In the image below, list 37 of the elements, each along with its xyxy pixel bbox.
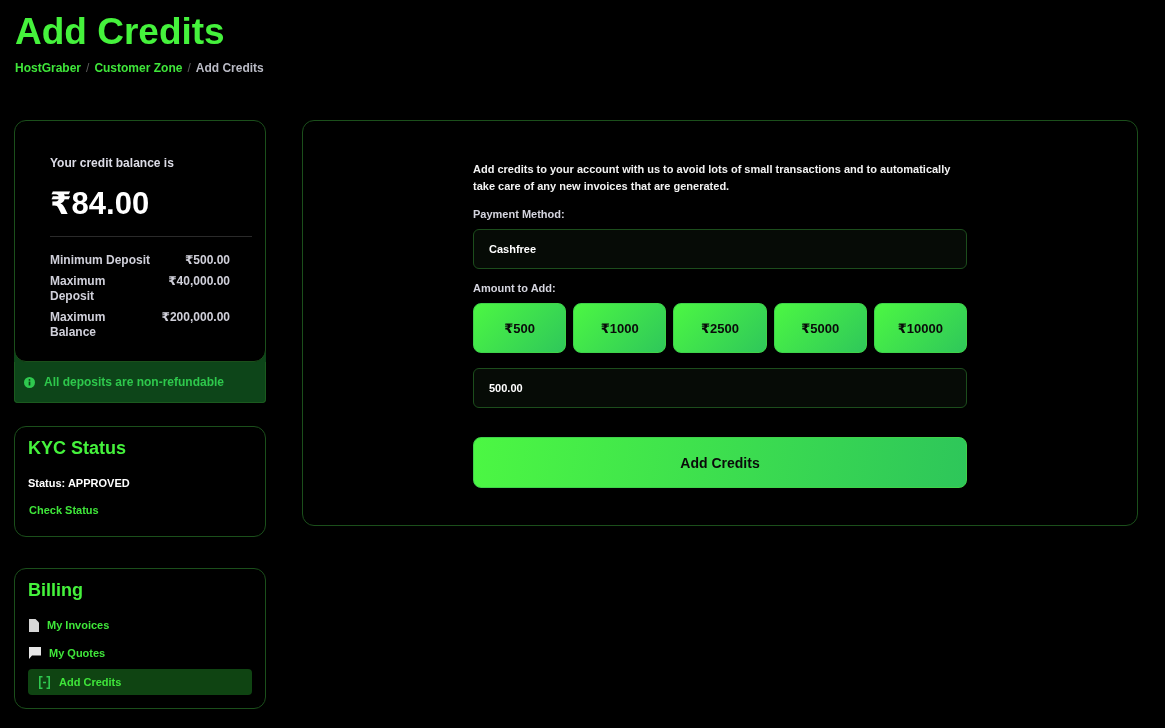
breadcrumb-link[interactable]: Customer Zone bbox=[94, 60, 183, 76]
amount-preset-button[interactable]: ₹500 bbox=[473, 303, 567, 353]
billing-nav-item[interactable]: Add Credits bbox=[28, 669, 252, 695]
field-label: Payment Method: bbox=[473, 207, 566, 221]
document-icon bbox=[29, 618, 39, 632]
card-title: KYC Status bbox=[28, 437, 127, 459]
brackets-icon bbox=[39, 675, 50, 689]
amount-preset-button[interactable]: ₹1000 bbox=[573, 303, 667, 353]
kyc-status-text: Status: APPROVED bbox=[28, 476, 131, 490]
speech-bubble-icon bbox=[29, 647, 41, 659]
intro-text: Add credits to your account with us to avoid lots of small transactions and to automatically take care of any new invoices that are generated. bbox=[473, 162, 952, 194]
amount-input[interactable]: 500.00 bbox=[473, 368, 967, 408]
limit-label: Minimum Deposit bbox=[50, 253, 150, 268]
billing-nav-item[interactable]: My Invoices bbox=[28, 613, 252, 637]
billing-nav-item[interactable]: My Quotes bbox=[28, 641, 252, 665]
limit-label: Maximum Balance bbox=[50, 310, 107, 340]
amount-preset-button[interactable]: ₹10000 bbox=[873, 303, 967, 353]
notice-text: All deposits are non-refundable bbox=[44, 375, 225, 389]
card-title: Billing bbox=[28, 579, 84, 601]
info-icon bbox=[24, 376, 35, 388]
breadcrumb-separator: / bbox=[86, 60, 90, 76]
add-credits-button[interactable]: Add Credits bbox=[473, 437, 967, 488]
balance-amount: ₹84.00 bbox=[50, 185, 151, 223]
check-status-link[interactable]: Check Status bbox=[29, 503, 99, 517]
limit-label: Maximum Deposit bbox=[50, 274, 107, 304]
page-title: Add Credits bbox=[15, 10, 225, 54]
breadcrumb-link[interactable]: HostGraber bbox=[15, 60, 82, 76]
amount-preset-button[interactable]: ₹2500 bbox=[673, 303, 767, 353]
breadcrumb-current: Add Credits bbox=[195, 60, 264, 76]
balance-caption: Your credit balance is bbox=[50, 156, 175, 170]
limit-value: ₹200,000.00 bbox=[160, 310, 230, 326]
amount-preset-button[interactable]: ₹5000 bbox=[773, 303, 867, 353]
breadcrumb-separator: / bbox=[187, 60, 191, 76]
limit-value: ₹40,000.00 bbox=[167, 274, 230, 290]
payment-method-select[interactable]: Cashfree bbox=[473, 229, 967, 269]
limit-value: ₹500.00 bbox=[183, 253, 230, 268]
field-label: Amount to Add: bbox=[473, 281, 557, 295]
